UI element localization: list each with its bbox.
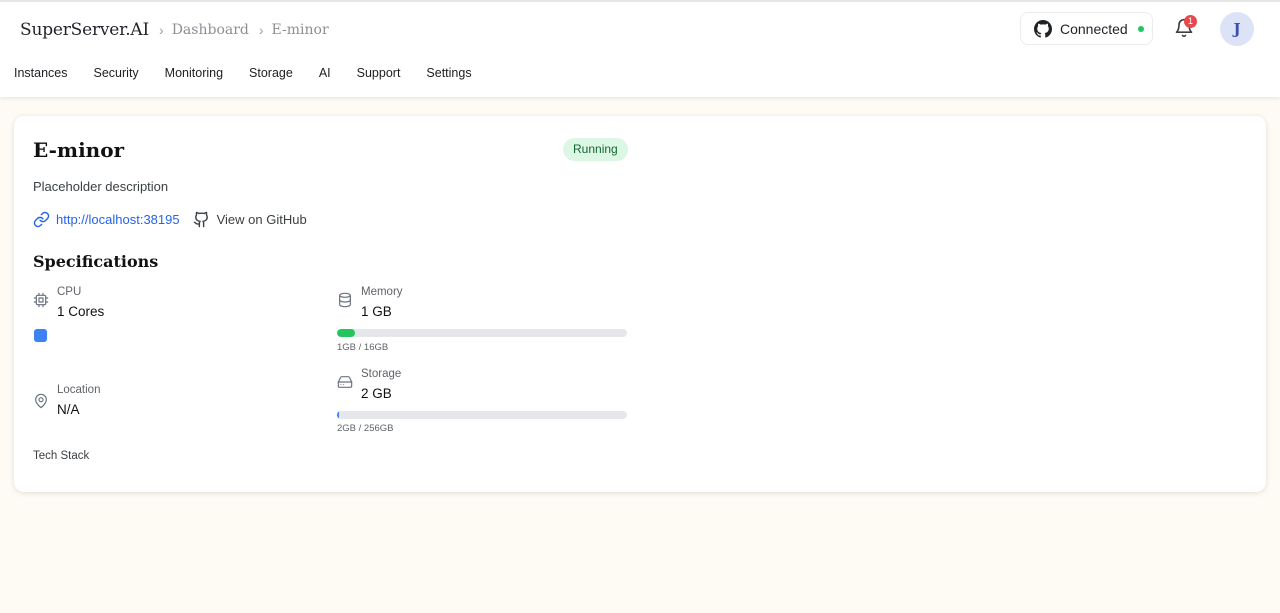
notification-badge: 1 bbox=[1184, 15, 1197, 28]
breadcrumb: SuperServer.AI › Dashboard › E-minor bbox=[20, 16, 329, 44]
github-icon bbox=[1034, 19, 1052, 38]
storage-usage-bar bbox=[337, 411, 627, 419]
nav-security[interactable]: Security bbox=[94, 66, 139, 80]
instance-title: E-minor bbox=[33, 138, 125, 162]
memory-usage-fill bbox=[337, 329, 356, 337]
spec-storage-value: 2 GB bbox=[361, 386, 392, 401]
connection-label: Connected bbox=[1060, 20, 1128, 37]
database-icon bbox=[339, 292, 351, 308]
tech-stack-label: Tech Stack bbox=[33, 450, 90, 462]
nav-storage[interactable]: Storage bbox=[249, 66, 293, 80]
spec-storage-label: Storage bbox=[361, 368, 402, 380]
nav-instances[interactable]: Instances bbox=[14, 66, 68, 80]
spec-location-label: Location bbox=[57, 384, 101, 396]
chevron-right-icon: › bbox=[258, 22, 264, 38]
memory-usage-bar bbox=[337, 329, 627, 337]
github-icon bbox=[193, 211, 208, 228]
instance-card: E-minor Running Placeholder description … bbox=[14, 116, 1266, 492]
cpu-indicator bbox=[34, 329, 47, 342]
spec-cpu-value: 1 Cores bbox=[57, 304, 105, 319]
instance-url-link[interactable]: http://localhost:38195 bbox=[56, 212, 180, 227]
avatar[interactable]: J bbox=[1220, 12, 1254, 46]
cpu-icon bbox=[33, 292, 49, 308]
hard-drive-icon bbox=[337, 376, 353, 388]
specifications-heading: Specifications bbox=[33, 252, 159, 271]
memory-usage-caption: 1GB / 16GB bbox=[337, 342, 389, 353]
top-bar: SuperServer.AI › Dashboard › E-minor Ins… bbox=[0, 0, 1280, 97]
storage-usage-fill bbox=[337, 411, 340, 419]
map-pin-icon bbox=[35, 393, 47, 409]
storage-usage-caption: 2GB / 256GB bbox=[337, 423, 394, 434]
nav-monitoring[interactable]: Monitoring bbox=[165, 66, 223, 80]
connection-status-dot bbox=[1137, 25, 1144, 32]
nav-settings[interactable]: Settings bbox=[426, 66, 471, 80]
breadcrumb-dashboard[interactable]: Dashboard bbox=[172, 22, 249, 38]
status-badge: Running bbox=[563, 138, 628, 161]
brand-logo[interactable]: SuperServer.AI bbox=[20, 20, 149, 40]
spec-memory-value: 1 GB bbox=[361, 304, 392, 319]
nav-ai[interactable]: AI bbox=[319, 66, 331, 80]
view-on-github-link[interactable]: View on GitHub bbox=[217, 212, 307, 227]
spec-location-value: N/A bbox=[57, 402, 80, 417]
github-connection-button[interactable]: Connected bbox=[1020, 12, 1153, 45]
instance-links: http://localhost:38195 View on GitHub bbox=[33, 211, 307, 228]
nav-support[interactable]: Support bbox=[357, 66, 401, 80]
spec-cpu-label: CPU bbox=[57, 286, 82, 298]
instance-description: Placeholder description bbox=[33, 179, 169, 194]
chevron-right-icon: › bbox=[159, 22, 164, 38]
link-icon bbox=[33, 211, 50, 228]
main-nav: Instances Security Monitoring Storage AI… bbox=[14, 66, 498, 80]
spec-memory-label: Memory bbox=[361, 286, 403, 298]
breadcrumb-current: E-minor bbox=[271, 22, 329, 38]
